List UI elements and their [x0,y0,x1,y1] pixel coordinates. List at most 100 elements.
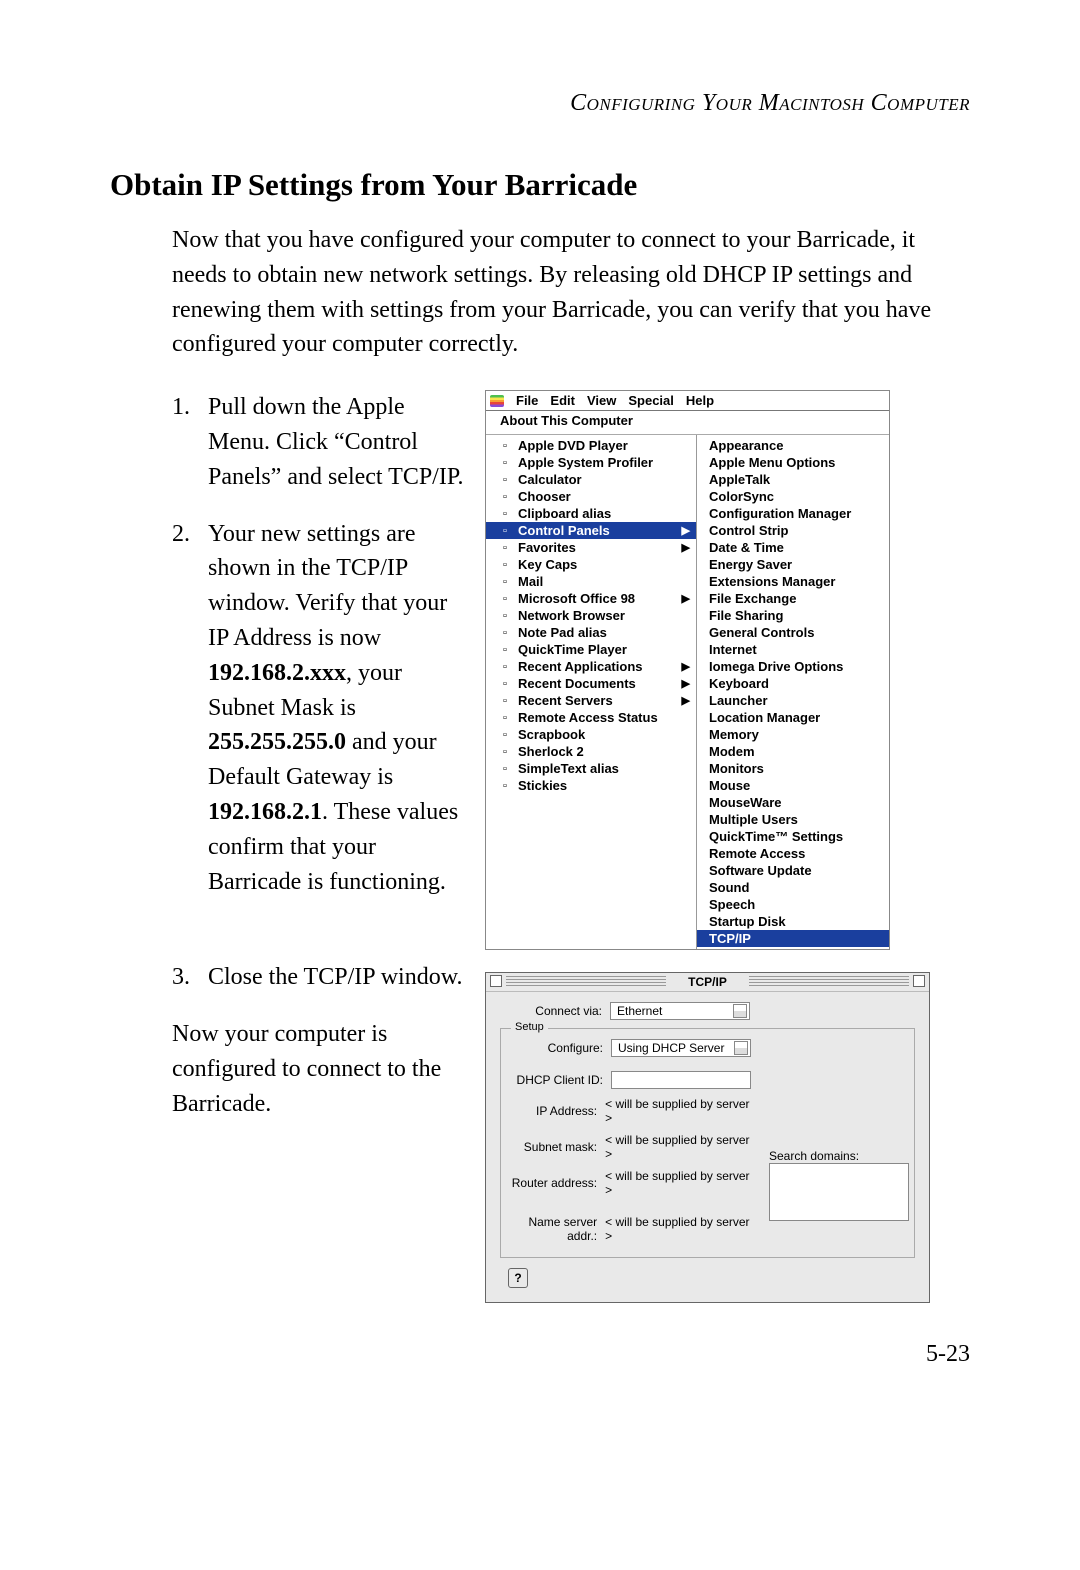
tcpip-titlebar: TCP/IP [486,973,929,992]
control-panel-item[interactable]: Mouse [697,777,889,794]
control-panel-item[interactable]: Location Manager [697,709,889,726]
submenu-arrow-icon: ▶ [682,592,690,605]
menu-item-icon: ▫ [498,694,512,707]
apple-menu-item[interactable]: ▫Stickies [486,777,696,794]
apple-menu-item[interactable]: ▫Apple DVD Player [486,437,696,454]
control-panel-item[interactable]: Startup Disk [697,913,889,930]
control-panel-item[interactable]: Monitors [697,760,889,777]
apple-menu-item[interactable]: ▫Scrapbook [486,726,696,743]
search-domains-input[interactable] [769,1163,909,1221]
apple-menu-item[interactable]: ▫Chooser [486,488,696,505]
control-panel-item[interactable]: Keyboard [697,675,889,692]
menu-item-icon: ▫ [498,507,512,520]
menubar-view[interactable]: View [587,393,616,408]
setup-legend: Setup [511,1021,548,1033]
apple-menu-item[interactable]: ▫Sherlock 2 [486,743,696,760]
configure-select[interactable]: Using DHCP Server [611,1039,751,1057]
menu-item-label: Calculator [518,472,582,487]
apple-menu-item[interactable]: ▫Mail [486,573,696,590]
apple-menu-item[interactable]: ▫Calculator [486,471,696,488]
apple-menu-item[interactable]: ▫Control Panels▶ [486,522,696,539]
step-2-number: 2. [172,517,208,900]
menu-item-label: Recent Servers [518,693,613,708]
menu-item-icon: ▫ [498,541,512,554]
control-panel-item[interactable]: Modem [697,743,889,760]
menubar-special[interactable]: Special [628,393,674,408]
step-1-text: Pull down the Apple Menu. Click “Control… [208,390,467,494]
control-panel-item[interactable]: File Sharing [697,607,889,624]
apple-menu-item[interactable]: ▫Microsoft Office 98▶ [486,590,696,607]
control-panel-item[interactable]: QuickTime™ Settings [697,828,889,845]
section-title: Obtain IP Settings from Your Barricade [110,167,970,203]
step-1-number: 1. [172,390,208,494]
apple-menu-item[interactable]: ▫Favorites▶ [486,539,696,556]
control-panel-item[interactable]: MouseWare [697,794,889,811]
apple-menu-item[interactable]: ▫Apple System Profiler [486,454,696,471]
control-panel-item[interactable]: Internet [697,641,889,658]
submenu-arrow-icon: ▶ [682,677,690,690]
apple-menu-item[interactable]: ▫Recent Servers▶ [486,692,696,709]
menu-item-label: Microsoft Office 98 [518,591,635,606]
apple-menu-item[interactable]: ▫Clipboard alias [486,505,696,522]
apple-menu-item[interactable]: ▫SimpleText alias [486,760,696,777]
control-panel-item[interactable]: Launcher [697,692,889,709]
connect-via-select[interactable]: Ethernet [610,1002,750,1020]
menu-item-label: Mail [518,574,543,589]
menu-item-icon: ▫ [498,660,512,673]
control-panel-item[interactable]: Control Strip [697,522,889,539]
control-panel-item[interactable]: Configuration Manager [697,505,889,522]
control-panel-item[interactable]: Appearance [697,437,889,454]
ip-address-label: IP Address: [501,1104,605,1118]
help-button[interactable]: ? [508,1268,528,1288]
router-address-label: Router address: [501,1176,605,1190]
control-panel-item[interactable]: Multiple Users [697,811,889,828]
control-panel-item[interactable]: Remote Access [697,845,889,862]
control-panel-item[interactable]: General Controls [697,624,889,641]
control-panel-item[interactable]: AppleTalk [697,471,889,488]
menubar-edit[interactable]: Edit [550,393,575,408]
control-panel-item[interactable]: TCP/IP [697,930,889,947]
menubar-help[interactable]: Help [686,393,714,408]
dropdown-icon[interactable] [733,1004,747,1018]
control-panel-item[interactable]: Software Update [697,862,889,879]
apple-menu-item[interactable]: ▫Remote Access Status [486,709,696,726]
control-panel-item[interactable]: Energy Saver [697,556,889,573]
apple-logo-icon[interactable] [490,395,504,407]
menu-item-label: Key Caps [518,557,577,572]
control-panel-item[interactable]: Extensions Manager [697,573,889,590]
connect-via-label: Connect via: [500,1004,610,1018]
apple-menu-item[interactable]: ▫QuickTime Player [486,641,696,658]
dhcp-client-id-input[interactable] [611,1071,751,1089]
close-box-icon[interactable] [490,975,502,987]
dhcp-client-id-label: DHCP Client ID: [501,1073,611,1087]
control-panel-item[interactable]: Apple Menu Options [697,454,889,471]
menu-item-label: Apple DVD Player [518,438,628,453]
menu-item-label: Stickies [518,778,567,793]
control-panel-item[interactable]: Sound [697,879,889,896]
menu-item-icon: ▫ [498,711,512,724]
apple-menu-item[interactable]: ▫Network Browser [486,607,696,624]
subnet-mask-label: Subnet mask: [501,1140,605,1154]
control-panel-item[interactable]: Date & Time [697,539,889,556]
control-panel-item[interactable]: ColorSync [697,488,889,505]
menu-item-icon: ▫ [498,728,512,741]
apple-menu-item[interactable]: ▫Recent Applications▶ [486,658,696,675]
control-panel-item[interactable]: Iomega Drive Options [697,658,889,675]
zoom-box-icon[interactable] [913,975,925,987]
menu-item-icon: ▫ [498,677,512,690]
dropdown-icon[interactable] [734,1041,748,1055]
about-this-computer-item[interactable]: About This Computer [486,411,889,435]
control-panel-item[interactable]: File Exchange [697,590,889,607]
menu-item-label: Control Panels [518,523,610,538]
control-panel-item[interactable]: Speech [697,896,889,913]
configure-value: Using DHCP Server [618,1041,724,1055]
menu-item-label: Chooser [518,489,571,504]
apple-menu-item[interactable]: ▫Recent Documents▶ [486,675,696,692]
step-2-mask: 255.255.255.0 [208,729,346,755]
apple-menu-item[interactable]: ▫Note Pad alias [486,624,696,641]
menu-item-icon: ▫ [498,524,512,537]
menubar-file[interactable]: File [516,393,538,408]
apple-menu-item[interactable]: ▫Key Caps [486,556,696,573]
name-server-value: < will be supplied by server > [605,1215,751,1243]
control-panel-item[interactable]: Memory [697,726,889,743]
